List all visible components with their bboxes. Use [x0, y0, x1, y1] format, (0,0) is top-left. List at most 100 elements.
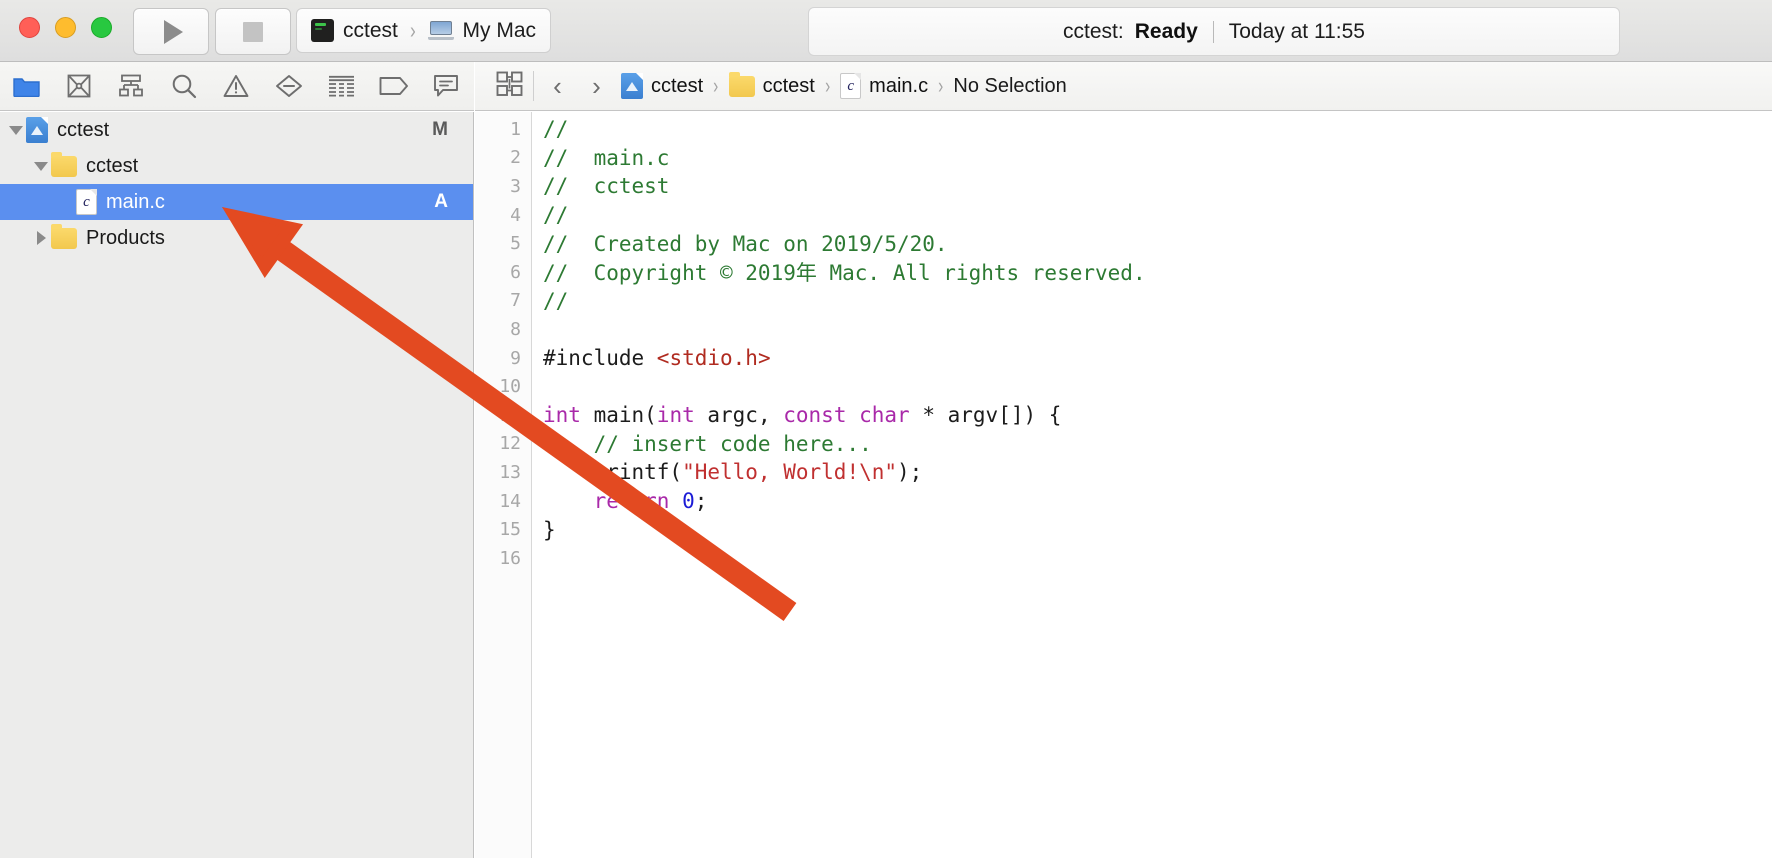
code-text: // [532, 203, 568, 227]
code-token-plain: } [543, 517, 556, 542]
code-token-comment: // insert code here... [543, 431, 872, 456]
code-text: // [532, 289, 568, 313]
line-number: 10 [499, 376, 521, 398]
chevron-right-icon: › [824, 73, 831, 98]
code-text: } [532, 518, 556, 542]
jump-bar-divider [533, 71, 534, 101]
sidebar-item-find-navigator[interactable] [158, 62, 211, 111]
status-project-label: cctest: [1063, 19, 1124, 43]
status-badge: A [434, 191, 448, 212]
code-token-comment: // main.c [543, 145, 670, 170]
code-line: 10 [475, 372, 1772, 401]
code-line: 14 return 0; [475, 487, 1772, 516]
disclosure-triangle-down-icon[interactable] [6, 125, 26, 135]
sidebar-item-breakpoint-navigator[interactable] [368, 62, 421, 111]
code-line: 11 int main(int argc, const char * argv[]… [475, 401, 1772, 430]
code-token-plain: printf( [543, 460, 683, 485]
code-token-comment: // Created by Mac on 2019/5/20. [543, 231, 948, 256]
code-text: // main.c [532, 146, 669, 170]
code-token-plain: main( [580, 403, 657, 428]
navigate-back-button[interactable]: ‹ [538, 62, 577, 111]
report-bubble-icon [433, 74, 459, 98]
tree-item-label: cctest [57, 118, 110, 141]
source-control-icon [67, 74, 91, 98]
close-window-button[interactable] [19, 17, 40, 38]
disclosure-triangle-right-icon[interactable] [31, 231, 51, 245]
line-number: 3 [510, 175, 521, 197]
destination-name-label: My Mac [462, 18, 537, 42]
folder-icon [13, 75, 40, 97]
code-token-keyword: return [593, 489, 670, 514]
play-triangle-icon [164, 19, 183, 44]
sidebar-item-report-navigator[interactable] [420, 62, 473, 111]
line-number: 11 [499, 404, 521, 426]
code-token-comment: // [543, 288, 569, 313]
code-line: 6 // Copyright © 2019年 Mac. All rights re… [475, 258, 1772, 287]
scheme-name-label: cctest [343, 18, 398, 42]
window-title-bar: cctest › My Mac cctest: Ready Today at 1… [0, 0, 1772, 62]
breadcrumb-item-group[interactable]: cctest [724, 62, 820, 111]
sidebar-item-source-control-navigator[interactable] [53, 62, 106, 111]
tree-row-group[interactable]: cctest [0, 148, 473, 184]
line-number: 14 [499, 490, 521, 512]
navigator-selector-bar [0, 62, 474, 111]
code-token-keyword: const [783, 403, 847, 428]
sidebar-item-symbol-navigator[interactable] [105, 62, 158, 111]
code-line: 4 // [475, 201, 1772, 230]
sidebar-item-issue-navigator[interactable] [210, 62, 263, 111]
code-token-keyword: int [656, 403, 695, 428]
code-token-comment: // [543, 203, 569, 228]
code-line: 7 // [475, 287, 1772, 316]
sidebar-item-project-navigator[interactable] [0, 62, 53, 111]
test-diamond-icon [275, 74, 303, 98]
code-line: 2 // main.c [475, 144, 1772, 173]
code-token-comment: // [543, 117, 569, 142]
tree-item-label: cctest [86, 154, 139, 177]
tree-row-main-c[interactable]: c main.c A [0, 184, 473, 220]
code-token-plain: argc, [694, 403, 784, 428]
breadcrumb-item-file[interactable]: c main.c [835, 62, 933, 111]
minimize-window-button[interactable] [55, 17, 76, 38]
code-token-number: 0 [682, 489, 695, 514]
sidebar-item-debug-navigator[interactable] [315, 62, 368, 111]
run-button[interactable] [133, 8, 209, 55]
breadcrumb-label: No Selection [953, 74, 1067, 97]
code-line: 1 // [475, 115, 1772, 144]
disclosure-triangle-down-icon[interactable] [31, 161, 51, 171]
grid-squares-icon [496, 71, 523, 102]
navigate-forward-button[interactable]: › [577, 62, 616, 111]
related-items-button[interactable] [487, 62, 531, 111]
code-token-plain: * argv[]) { [909, 403, 1062, 428]
code-line: 5 // Created by Mac on 2019/5/20. [475, 229, 1772, 258]
code-content[interactable]: 1 // 2 // main.c 3 // cctest 4 // 5 // Created by… [475, 112, 1772, 573]
c-file-icon: c [76, 189, 97, 215]
traffic-light-group [19, 17, 112, 38]
project-navigator-panel[interactable]: cctest M cctest c main.c A Products [0, 112, 474, 858]
line-number: 15 [499, 519, 521, 541]
code-line: 8 [475, 315, 1772, 344]
code-token-comment: // Copyright © 2019年 Mac. All rights res… [543, 261, 1146, 286]
code-text: // Created by Mac on 2019/5/20. [532, 232, 948, 256]
symbol-hierarchy-icon [118, 74, 144, 98]
sidebar-item-test-navigator[interactable] [263, 62, 316, 111]
stop-button[interactable] [215, 8, 291, 55]
code-text: // Copyright © 2019年 Mac. All rights res… [532, 257, 1146, 287]
editor-jump-bar: ‹ › cctest › cctest › c main.c › No Sele… [475, 62, 1772, 111]
source-editor-panel[interactable]: 1 // 2 // main.c 3 // cctest 4 // 5 // Created by… [475, 112, 1772, 858]
tree-row-project[interactable]: cctest M [0, 112, 473, 148]
warning-triangle-icon [223, 74, 249, 98]
scheme-selector[interactable]: cctest › My Mac [296, 8, 552, 53]
folder-icon [51, 223, 77, 249]
code-text: int main(int argc, const char * argv[]) … [532, 403, 1061, 427]
status-state-label: Ready [1134, 19, 1198, 43]
tree-row-products[interactable]: Products [0, 220, 473, 256]
breadcrumb-item-selection[interactable]: No Selection [948, 62, 1071, 111]
code-text: return 0; [532, 489, 708, 514]
status-divider [1212, 20, 1214, 43]
breadcrumb-item-project[interactable]: cctest [616, 62, 708, 111]
c-file-icon: c [840, 73, 862, 99]
code-line: 12 // insert code here... [475, 430, 1772, 459]
zoom-window-button[interactable] [91, 17, 112, 38]
code-token-keyword: char [859, 403, 910, 428]
